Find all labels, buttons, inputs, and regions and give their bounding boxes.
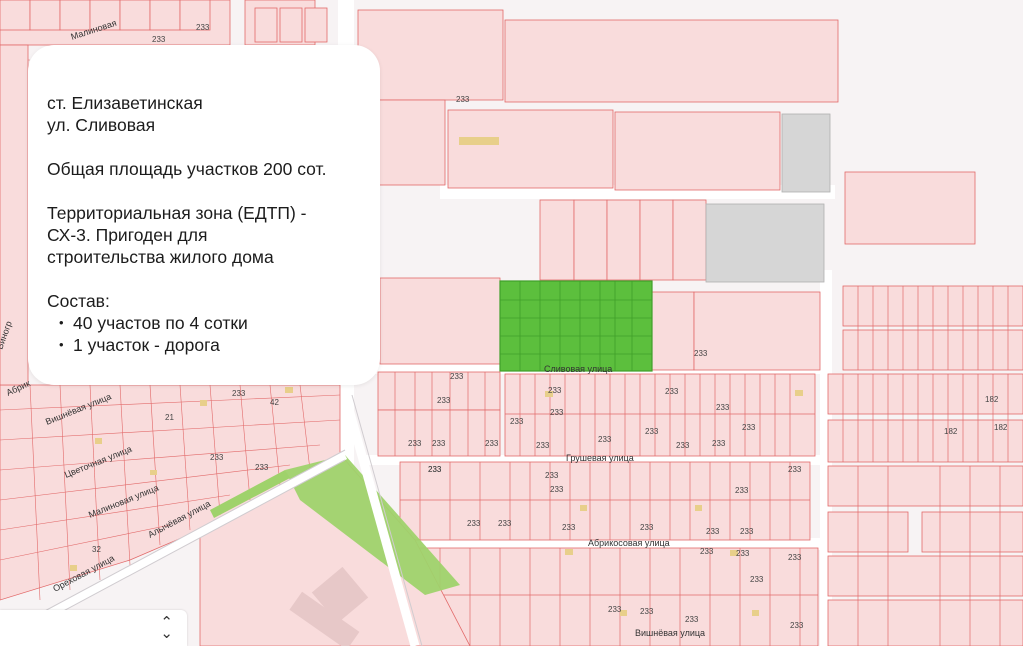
svg-text:233: 233 [716,403,730,412]
svg-text:233: 233 [456,95,470,104]
layer-select[interactable]: ⌃ ⌄ [0,610,187,646]
settlement-name: ст. Елизаветинская [47,93,203,113]
svg-text:182: 182 [985,395,999,404]
svg-text:233: 233 [550,485,564,494]
svg-text:233: 233 [700,547,714,556]
street-label-slivovaya: Сливовая улица [544,364,612,374]
svg-text:233: 233 [750,575,764,584]
svg-text:233: 233 [548,386,562,395]
svg-text:233: 233 [645,427,659,436]
svg-text:233: 233 [196,23,210,32]
svg-text:233: 233 [694,349,708,358]
svg-text:233: 233 [790,621,804,630]
svg-text:42: 42 [270,398,279,407]
svg-text:233: 233 [598,435,612,444]
svg-text:233: 233 [712,439,726,448]
zone-line-1: Территориальная зона (ЕДТП) - [47,203,307,223]
street-label-abrikosovaya: Абрикосовая улица [588,538,670,548]
svg-text:233: 233 [485,439,499,448]
svg-text:21: 21 [165,413,174,422]
svg-text:233: 233 [437,396,451,405]
highlighted-plots[interactable] [499,280,653,372]
total-area: Общая площадь участков 200 сот. [47,159,327,179]
svg-text:233: 233 [740,527,754,536]
svg-text:233: 233 [255,463,269,472]
composition-title: Состав: [47,291,110,311]
svg-text:233: 233 [788,465,802,474]
svg-text:233: 233 [232,389,246,398]
street-label-vishnevaya: Вишнёвая улица [635,628,705,638]
street-name: ул. Сливовая [47,115,156,135]
svg-text:233: 233 [788,553,802,562]
svg-text:233: 233 [432,439,446,448]
svg-text:233: 233 [640,607,654,616]
svg-text:233: 233 [685,615,699,624]
svg-text:233: 233 [210,453,224,462]
svg-text:233: 233 [510,417,524,426]
svg-text:233: 233 [640,523,654,532]
svg-text:233: 233 [498,519,512,528]
svg-text:233: 233 [736,549,750,558]
svg-text:233: 233 [665,387,679,396]
composition-list: 40 участов по 4 сотки 1 участок - дорога [47,312,368,356]
svg-text:233: 233 [706,527,720,536]
zone-line-3: строительства жилого дома [47,247,274,267]
svg-text:32: 32 [92,545,101,554]
composition-item: 40 участов по 4 сотки [59,312,368,334]
svg-text:233: 233 [450,372,464,381]
chevron-up-down-icon: ⌃ ⌄ [160,613,173,642]
svg-text:233: 233 [676,441,690,450]
street-label-grushevaya: Грушевая улица [566,453,634,463]
svg-text:233: 233 [735,486,749,495]
svg-text:233: 233 [467,519,481,528]
zone-line-2: СХ-3. Пригоден для [47,225,208,245]
svg-text:233: 233 [550,408,564,417]
svg-text:182: 182 [944,427,958,436]
svg-text:233: 233 [562,523,576,532]
info-card: ст. Елизаветинская ул. Сливовая Общая пл… [28,45,380,385]
building [459,137,499,145]
svg-text:233: 233 [536,441,550,450]
svg-text:233: 233 [428,465,442,474]
svg-text:182: 182 [994,423,1008,432]
composition-item: 1 участок - дорога [59,334,368,356]
svg-text:233: 233 [545,471,559,480]
svg-text:233: 233 [408,439,422,448]
svg-text:233: 233 [608,605,622,614]
svg-text:233: 233 [152,35,166,44]
parcels-right [827,285,1023,646]
svg-text:233: 233 [742,423,756,432]
